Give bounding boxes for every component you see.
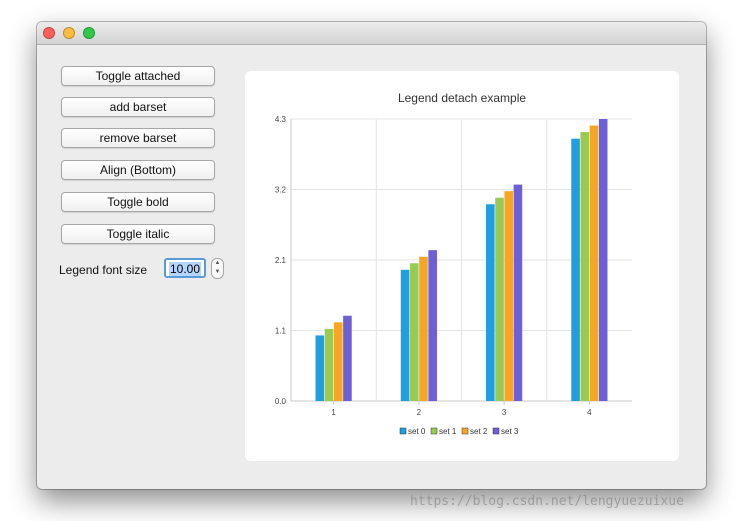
stepper-down-icon[interactable]: ▼ [212,268,223,277]
toggle-bold-button[interactable]: Toggle bold [61,192,215,212]
x-tick-label: 3 [502,408,507,417]
x-tick-label: 1 [331,408,336,417]
toggle-italic-button[interactable]: Toggle italic [61,224,215,244]
add-barset-button[interactable]: add barset [61,97,215,117]
close-window-button[interactable] [43,27,55,39]
y-tick-label: 3.2 [275,186,287,195]
legend-font-size-input[interactable]: 10.00 [164,258,206,278]
chart-title: Legend detach example [398,91,526,105]
legend-marker-set-2 [461,427,469,435]
maximize-window-button[interactable] [83,27,95,39]
bar-chart: Legend detach example 0.0 1.1 2.1 3.2 4.3 1 2 3… [275,91,632,436]
bar-set-3-cat-3 [513,184,523,401]
bar-set-2-cat-1 [333,322,343,401]
legend-label-set-2: set 2 [470,427,488,436]
app-window: Toggle attached add barset remove barset… [37,22,706,489]
watermark: https://blog.csdn.net/lengyuezuixue [410,494,684,509]
chart-legend: set 0 set 1 set 2 set 3 [399,427,519,436]
title-bar [37,22,706,45]
y-tick-label: 0.0 [275,397,287,406]
bar-set-3-cat-4 [598,119,608,401]
legend-marker-set-1 [430,427,438,435]
bar-set-2-cat-2 [419,256,428,401]
legend-marker-set-3 [492,427,500,435]
legend-marker-set-0 [399,427,407,435]
stepper-up-icon[interactable]: ▲ [212,259,223,268]
y-tick-label: 1.1 [275,327,287,336]
x-tick-label: 2 [417,408,422,417]
legend-font-size-label: Legend font size [59,263,148,277]
align-button[interactable]: Align (Bottom) [61,160,215,180]
y-tick-label: 2.1 [275,256,287,265]
legend-label-set-0: set 0 [408,427,426,436]
bar-set-0-cat-4 [571,138,580,401]
bar-set-0-cat-2 [400,269,410,401]
bar-set-1-cat-4 [580,132,590,401]
bar-set-2-cat-4 [589,125,599,401]
legend-label-set-1: set 1 [439,427,457,436]
bar-set-1-cat-1 [324,328,334,401]
legend-label-set-3: set 3 [501,427,519,436]
x-tick-label: 4 [587,408,592,417]
bar-set-2-cat-3 [504,191,514,401]
legend-font-size-value: 10.00 [169,262,202,276]
font-size-stepper[interactable]: ▲ ▼ [211,258,224,279]
remove-barset-button[interactable]: remove barset [61,128,215,148]
bar-set-1-cat-2 [409,263,419,401]
y-tick-label: 4.3 [275,115,287,124]
bar-set-3-cat-1 [343,315,352,401]
minimize-window-button[interactable] [63,27,75,39]
bar-set-0-cat-1 [315,335,325,401]
chart-view: Legend detach example 0.0 1.1 2.1 3.2 4.3 1 2 3… [245,71,679,461]
toggle-attached-button[interactable]: Toggle attached [61,66,215,86]
bar-set-3-cat-2 [428,250,437,401]
bar-set-1-cat-3 [495,197,504,401]
bar-set-0-cat-3 [486,204,495,401]
